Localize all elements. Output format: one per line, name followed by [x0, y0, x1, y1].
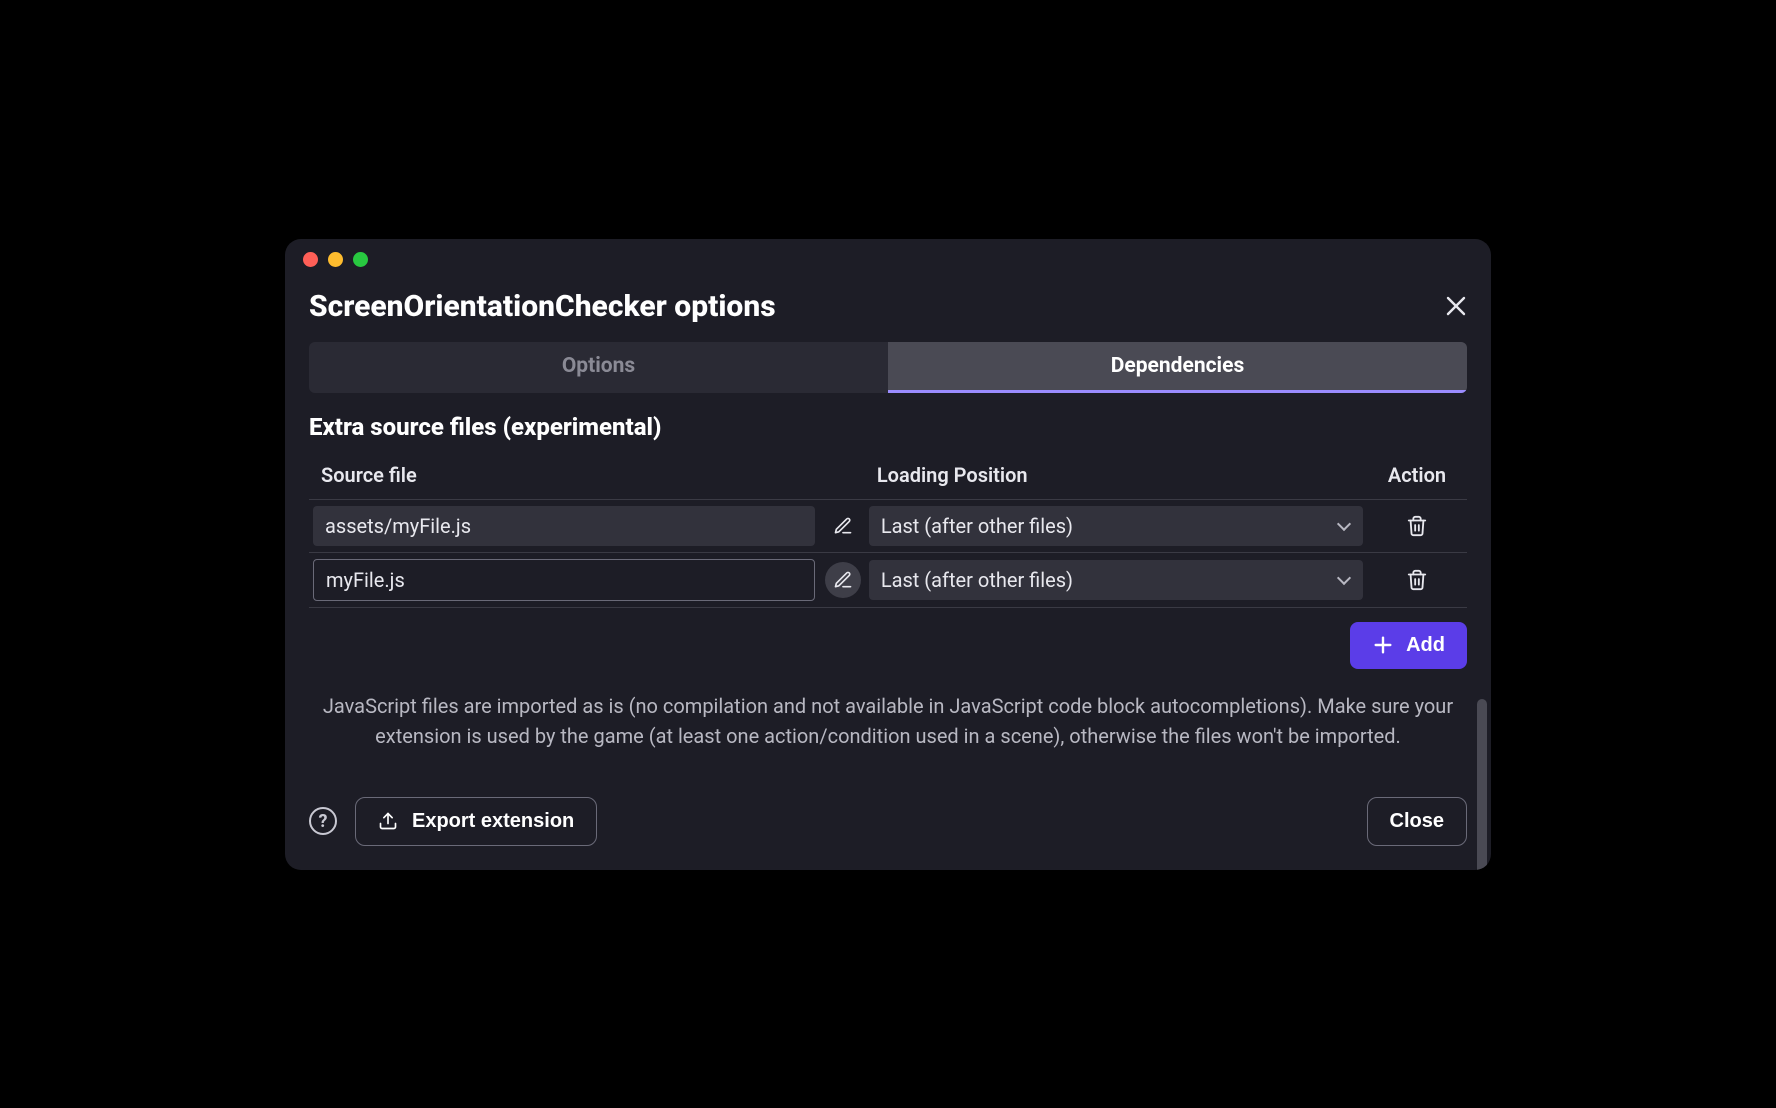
plus-icon [1372, 634, 1394, 656]
source-file-input[interactable] [313, 506, 815, 546]
help-icon[interactable]: ? [309, 807, 337, 835]
options-dialog: ScreenOrientationChecker options Options… [285, 239, 1491, 870]
dialog-header: ScreenOrientationChecker options [285, 281, 1491, 342]
tab-dependencies[interactable]: Dependencies [888, 342, 1467, 393]
add-button-label: Add [1406, 634, 1445, 657]
table-row: Last (after other files) [309, 552, 1467, 607]
col-action: Action [1367, 453, 1467, 500]
table-row: Last (after other files) [309, 499, 1467, 552]
col-loading: Loading Position [865, 453, 1367, 500]
window-minimize-traffic[interactable] [328, 252, 343, 267]
export-extension-button[interactable]: Export extension [355, 797, 597, 846]
delete-icon[interactable] [1399, 562, 1435, 598]
loading-position-select[interactable]: Last (after other files) [869, 560, 1363, 600]
loading-position-select[interactable]: Last (after other files) [869, 506, 1363, 546]
delete-icon[interactable] [1399, 508, 1435, 544]
window-close-traffic[interactable] [303, 252, 318, 267]
add-button[interactable]: Add [1350, 622, 1467, 669]
close-button[interactable]: Close [1367, 797, 1467, 846]
close-icon[interactable] [1445, 295, 1467, 317]
tab-options[interactable]: Options [309, 342, 888, 393]
scrollbar-thumb[interactable] [1477, 699, 1487, 870]
tab-bar: Options Dependencies [309, 342, 1467, 393]
source-files-table: Source file Loading Position Action [285, 453, 1491, 608]
upload-icon [378, 811, 398, 831]
edit-icon[interactable] [825, 562, 861, 598]
window-titlebar [285, 239, 1491, 281]
help-text: JavaScript files are imported as is (no … [285, 677, 1491, 785]
col-source: Source file [309, 453, 865, 500]
export-button-label: Export extension [412, 810, 574, 833]
window-maximize-traffic[interactable] [353, 252, 368, 267]
close-button-label: Close [1390, 810, 1444, 833]
edit-icon[interactable] [825, 508, 861, 544]
dialog-footer: ? Export extension Close [285, 785, 1491, 870]
section-heading: Extra source files (experimental) [285, 393, 1491, 453]
source-file-input[interactable] [313, 559, 815, 601]
dialog-title: ScreenOrientationChecker options [309, 289, 776, 324]
